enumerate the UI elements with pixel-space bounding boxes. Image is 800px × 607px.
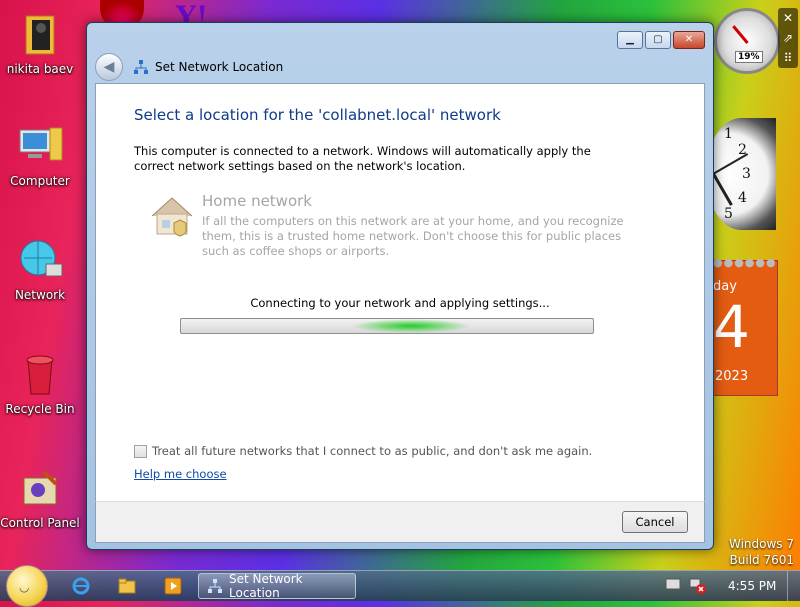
back-arrow-icon: ◀: [103, 59, 115, 75]
public-networks-checkbox[interactable]: [134, 444, 147, 458]
set-network-location-window[interactable]: ▁ ▢ ✕ ◀ Set Network Location Select a lo…: [86, 22, 714, 550]
calendar-year: 2023: [715, 369, 749, 384]
system-tray: [664, 576, 712, 594]
taskbar: ◡ Set Network Location 4:55 PM: [0, 565, 800, 607]
minimize-icon: ▁: [626, 34, 634, 45]
internet-explorer-icon[interactable]: [68, 575, 94, 597]
taskbar-item-label: Set Network Location: [229, 572, 303, 600]
window-controls: ▁ ▢ ✕: [615, 31, 705, 49]
window-title: Set Network Location: [155, 60, 284, 74]
expand-icon[interactable]: ⇗: [778, 28, 798, 48]
show-desktop-button[interactable]: [787, 571, 800, 601]
computer-icon: [16, 122, 64, 170]
maximize-icon: ▢: [653, 34, 663, 45]
home-network-title: Home network: [202, 192, 312, 210]
clock-numeral: 3: [742, 166, 751, 182]
clock-hour-hand: [712, 173, 733, 206]
clock-numeral: 1: [724, 126, 733, 142]
desktop-icon-label: Computer: [10, 174, 70, 188]
control-panel-icon: [16, 464, 64, 512]
recycle-bin-icon: [16, 350, 64, 398]
clock-time[interactable]: 4:55 PM: [728, 579, 776, 593]
close-icon[interactable]: ✕: [778, 8, 798, 28]
desktop-icon-label: Recycle Bin: [5, 402, 75, 416]
minimize-button[interactable]: ▁: [617, 31, 643, 49]
cpu-meter-gadget[interactable]: 19%: [714, 8, 780, 74]
dialog-content: Select a location for the 'collabnet.loc…: [95, 83, 705, 502]
clock-numeral: 5: [724, 206, 733, 222]
description-text: This computer is connected to a network.…: [134, 144, 591, 173]
network-status-icon[interactable]: [688, 576, 706, 594]
desktop-icon-computer[interactable]: Computer: [0, 122, 80, 188]
help-me-choose-link[interactable]: Help me choose: [134, 467, 227, 481]
desktop-icon-control-panel[interactable]: Control Panel: [0, 464, 80, 530]
desktop-icon-label: Network: [14, 288, 66, 302]
calendar-rings: ●●●●●●: [713, 256, 777, 269]
clock-numeral: 4: [738, 190, 747, 206]
network-location-icon: [133, 59, 149, 75]
public-networks-checkbox-label[interactable]: Treat all future networks that I connect…: [152, 444, 592, 458]
clock-gadget[interactable]: 1 2 3 4 5: [706, 118, 776, 230]
close-button[interactable]: ✕: [673, 31, 705, 49]
desktop-icon-label: nikita baev: [6, 62, 74, 76]
network-location-icon: [207, 578, 223, 594]
desktop-icon-label: Control Panel: [0, 516, 80, 530]
page-heading: Select a location for the 'collabnet.loc…: [134, 106, 501, 124]
action-center-icon[interactable]: [664, 576, 682, 594]
user-folder-icon: [16, 10, 64, 58]
progress-glow: [351, 319, 471, 333]
back-button[interactable]: ◀: [95, 53, 123, 81]
calendar-gadget[interactable]: ●●●●●● day 4 2023: [706, 256, 778, 396]
network-globe-icon: [16, 236, 64, 284]
drag-handle-icon[interactable]: ⠿: [778, 48, 798, 68]
desktop-icon-user-folder[interactable]: nikita baev: [0, 10, 80, 76]
watermark-line2: Build 7601: [729, 553, 794, 567]
home-network-description: If all the computers on this network are…: [202, 214, 624, 258]
calendar-date: 4: [713, 293, 750, 361]
nav-bar: ◀ Set Network Location: [95, 53, 705, 81]
title-bar[interactable]: ▁ ▢ ✕: [87, 23, 713, 49]
watermark-line1: Windows 7: [728, 537, 794, 551]
cancel-button[interactable]: Cancel: [622, 511, 688, 533]
media-player-icon[interactable]: [160, 575, 186, 597]
start-orb-icon: ◡: [19, 580, 30, 594]
calendar-day: day: [713, 279, 737, 294]
close-icon: ✕: [684, 34, 694, 45]
gauge-needle: [732, 25, 749, 44]
dialog-footer: Cancel: [95, 501, 705, 543]
windows-build-watermark: Windows 7 Build 7601: [729, 536, 794, 568]
maximize-button[interactable]: ▢: [645, 31, 671, 49]
desktop-icon-recycle-bin[interactable]: Recycle Bin: [0, 350, 80, 416]
desktop-icon-network[interactable]: Network: [0, 236, 80, 302]
house-icon: [148, 194, 196, 238]
status-text: Connecting to your network and applying …: [250, 296, 550, 310]
explorer-folder-icon[interactable]: [114, 575, 140, 597]
start-button[interactable]: ◡: [6, 565, 48, 607]
progress-bar: [180, 318, 594, 334]
gadget-toolbar[interactable]: ✕ ⇗ ⠿: [778, 8, 798, 68]
cpu-percent: 19%: [735, 51, 763, 63]
public-networks-checkbox-row[interactable]: Treat all future networks that I connect…: [134, 444, 592, 458]
taskbar-item-set-network-location[interactable]: Set Network Location: [198, 572, 356, 600]
